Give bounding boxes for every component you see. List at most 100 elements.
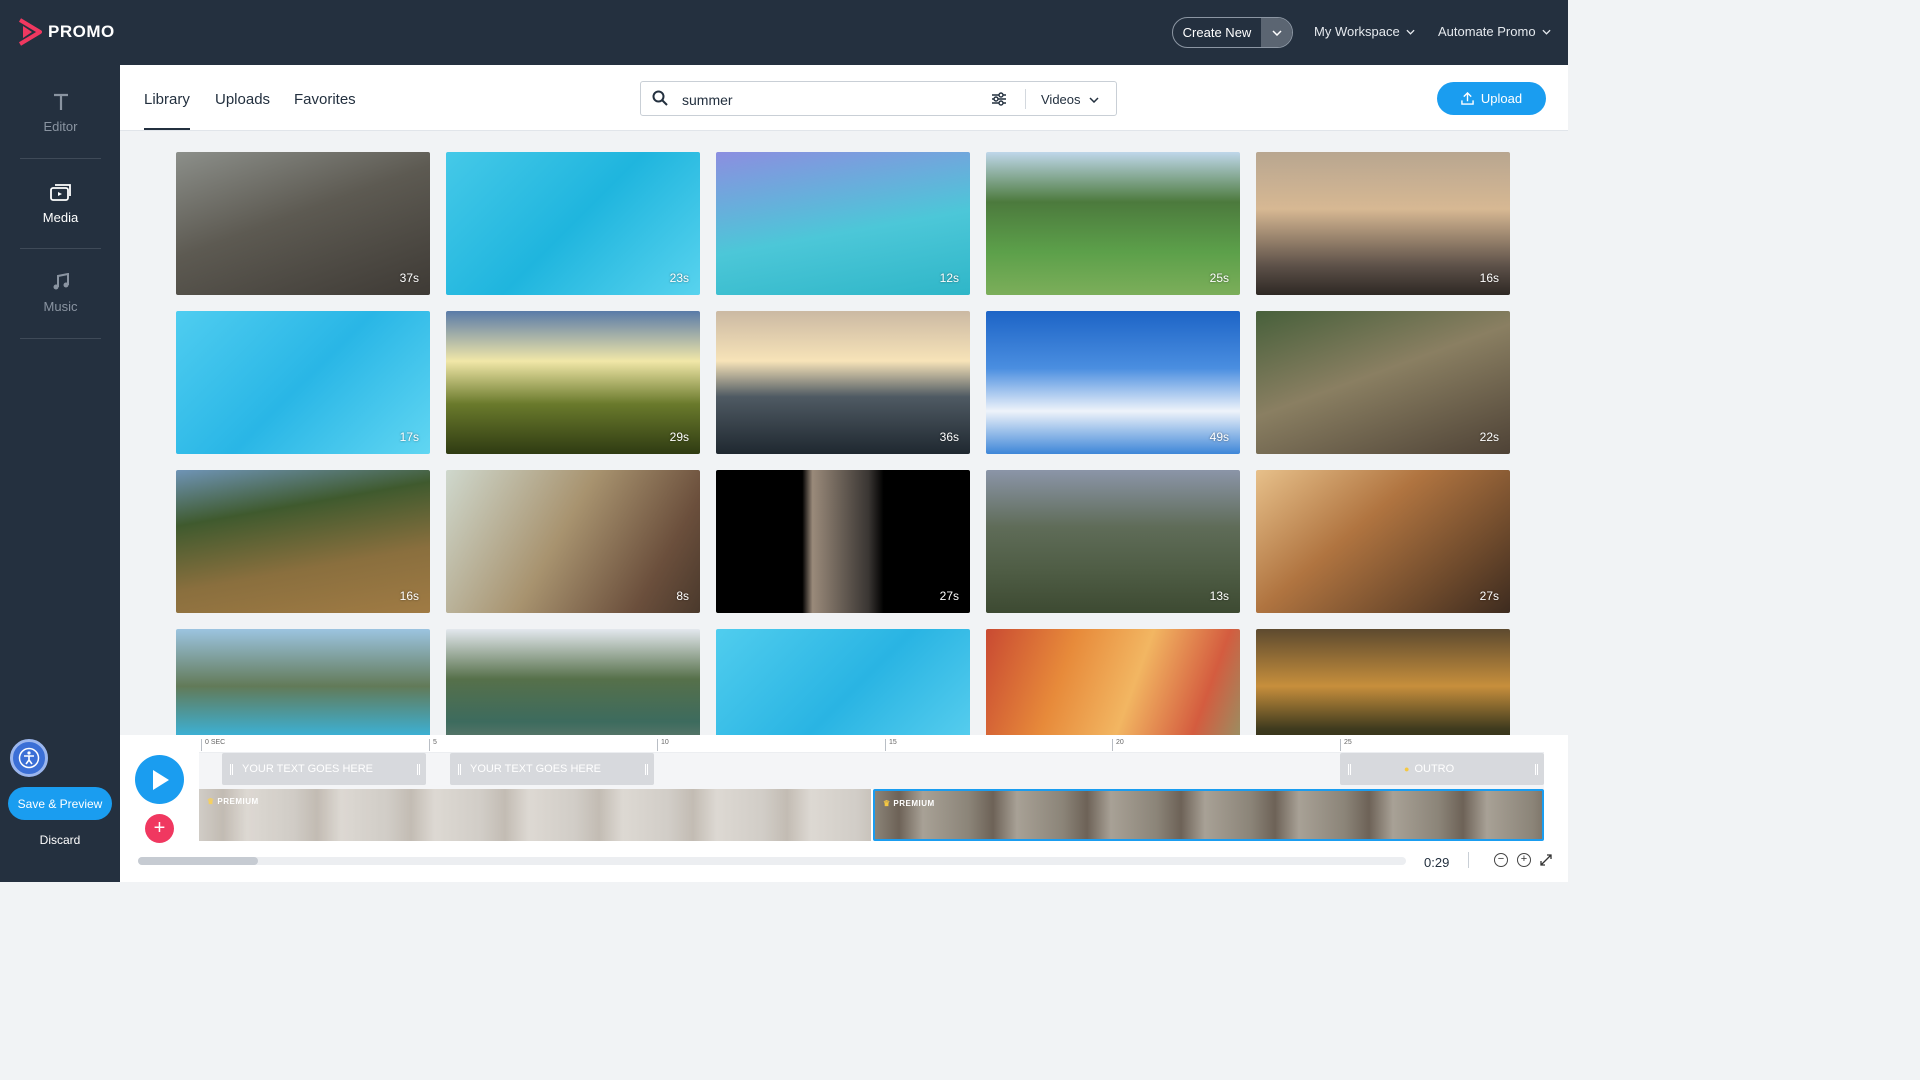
- duration-label: 12s: [939, 271, 959, 285]
- media-tile[interactable]: [1256, 629, 1510, 735]
- duration-label: 23s: [669, 271, 689, 285]
- video-clip[interactable]: ♛ PREMIUM: [199, 789, 871, 841]
- premium-badge: ♛ PREMIUM: [207, 797, 259, 806]
- outro-clip[interactable]: ● OUTRO: [1340, 753, 1544, 785]
- ruler-tick: 10: [657, 739, 669, 751]
- create-new-label: Create New: [1182, 25, 1252, 40]
- sidebar-item-label: Media: [42, 210, 79, 225]
- chevron-down-icon: [1406, 29, 1415, 35]
- duration-label: 22s: [1479, 430, 1499, 444]
- media-tile[interactable]: 27s: [1256, 470, 1510, 613]
- sidebar-item-music[interactable]: Music: [20, 249, 101, 339]
- duration-label: 17s: [399, 430, 419, 444]
- drag-handle[interactable]: [230, 764, 233, 775]
- accessibility-icon: [18, 747, 40, 769]
- duration-label: 29s: [669, 430, 689, 444]
- chevron-down-icon: [1088, 96, 1099, 103]
- total-time: 0:29: [1424, 855, 1450, 870]
- accessibility-button[interactable]: [10, 739, 48, 777]
- app-name: PROMO: [48, 22, 115, 41]
- media-tile[interactable]: 12s: [716, 152, 970, 295]
- sidebar-item-media[interactable]: Media: [20, 159, 101, 249]
- workspace-menu[interactable]: My Workspace: [1314, 24, 1415, 39]
- create-new-button[interactable]: Create New: [1172, 17, 1293, 48]
- duration-label: 37s: [399, 271, 419, 285]
- text-clip[interactable]: YOUR TEXT GOES HERE: [450, 753, 654, 785]
- add-clip-button[interactable]: +: [145, 814, 174, 843]
- play-icon: [152, 769, 169, 790]
- tab-library[interactable]: Library: [144, 91, 190, 130]
- filter-icon[interactable]: [991, 91, 1007, 107]
- media-tile[interactable]: 22s: [1256, 311, 1510, 454]
- drag-handle[interactable]: [645, 764, 648, 775]
- media-tile[interactable]: 23s: [446, 152, 700, 295]
- duration-label: 36s: [939, 430, 959, 444]
- zoom-in-icon[interactable]: +: [1517, 853, 1531, 867]
- media-tile[interactable]: 29s: [446, 311, 700, 454]
- search-icon: [652, 90, 668, 106]
- automate-promo-menu[interactable]: Automate Promo: [1438, 24, 1551, 39]
- media-icon: [49, 184, 71, 201]
- media-tile[interactable]: [716, 629, 970, 735]
- media-tile[interactable]: 16s: [176, 470, 430, 613]
- play-button[interactable]: [135, 755, 184, 804]
- duration-label: 49s: [1209, 430, 1229, 444]
- promo-logo[interactable]: PROMO: [18, 18, 115, 46]
- duration-label: 25s: [1209, 271, 1229, 285]
- expand-icon[interactable]: [1540, 854, 1552, 866]
- media-tile[interactable]: 37s: [176, 152, 430, 295]
- duration-label: 13s: [1209, 589, 1229, 603]
- upload-icon: [1461, 92, 1474, 105]
- media-tile[interactable]: 16s: [1256, 152, 1510, 295]
- sidebar-item-editor[interactable]: Editor: [20, 69, 101, 159]
- media-tile[interactable]: 17s: [176, 311, 430, 454]
- crown-icon: ♛: [207, 797, 215, 806]
- ruler-tick: 20: [1112, 739, 1124, 751]
- zoom-controls: − +: [1468, 852, 1552, 868]
- automate-label: Automate Promo: [1438, 24, 1536, 39]
- media-tile[interactable]: [176, 629, 430, 735]
- tab-favorites[interactable]: Favorites: [294, 91, 356, 108]
- media-tile[interactable]: 13s: [986, 470, 1240, 613]
- save-preview-button[interactable]: Save & Preview: [8, 787, 112, 820]
- text-clip-label: YOUR TEXT GOES HERE: [470, 763, 602, 775]
- text-clip[interactable]: YOUR TEXT GOES HERE: [222, 753, 426, 785]
- crown-icon: ♛: [883, 799, 891, 808]
- duration-label: 8s: [676, 589, 689, 603]
- media-tile[interactable]: 49s: [986, 311, 1240, 454]
- text-icon: [53, 93, 68, 110]
- dot-icon: ●: [1404, 764, 1410, 774]
- media-tile[interactable]: 27s: [716, 470, 970, 613]
- promo-logo-icon: [18, 18, 42, 46]
- media-tile[interactable]: [986, 629, 1240, 735]
- media-tile[interactable]: 25s: [986, 152, 1240, 295]
- drag-handle[interactable]: [417, 764, 420, 775]
- zoom-out-icon[interactable]: −: [1494, 853, 1508, 867]
- media-tile[interactable]: 8s: [446, 470, 700, 613]
- upload-button[interactable]: Upload: [1437, 82, 1546, 115]
- sidebar: Editor Media Music Save & Preview Discar…: [0, 65, 120, 882]
- upload-label: Upload: [1480, 91, 1523, 106]
- media-type-select[interactable]: Videos: [1041, 92, 1099, 107]
- search-input[interactable]: summer: [682, 92, 733, 108]
- text-clip-label: YOUR TEXT GOES HERE: [242, 763, 374, 775]
- drag-handle[interactable]: [458, 764, 461, 775]
- premium-badge: ♛ PREMIUM: [883, 799, 935, 808]
- chevron-down-icon[interactable]: [1261, 18, 1292, 47]
- media-grid: 37s 23s 12s 25s 16s 17s 29s 36s 49s 22s …: [176, 152, 1512, 735]
- media-tile[interactable]: [446, 629, 700, 735]
- divider: [1025, 89, 1026, 109]
- drag-handle[interactable]: [1535, 764, 1538, 775]
- duration-label: 16s: [1479, 271, 1499, 285]
- timeline-scrollbar[interactable]: [138, 857, 1406, 865]
- tab-uploads[interactable]: Uploads: [215, 91, 270, 108]
- discard-button[interactable]: Discard: [0, 833, 120, 847]
- video-clip-selected[interactable]: ♛ PREMIUM: [873, 789, 1544, 841]
- sidebar-item-label: Music: [43, 299, 78, 314]
- timeline-ruler: 0 SEC 5 10 15 20 25: [199, 735, 1544, 753]
- outro-label: OUTRO: [1414, 763, 1455, 775]
- scrollbar-thumb[interactable]: [138, 857, 258, 865]
- chevron-down-icon: [1541, 29, 1551, 35]
- media-tile[interactable]: 36s: [716, 311, 970, 454]
- drag-handle[interactable]: [1348, 764, 1351, 775]
